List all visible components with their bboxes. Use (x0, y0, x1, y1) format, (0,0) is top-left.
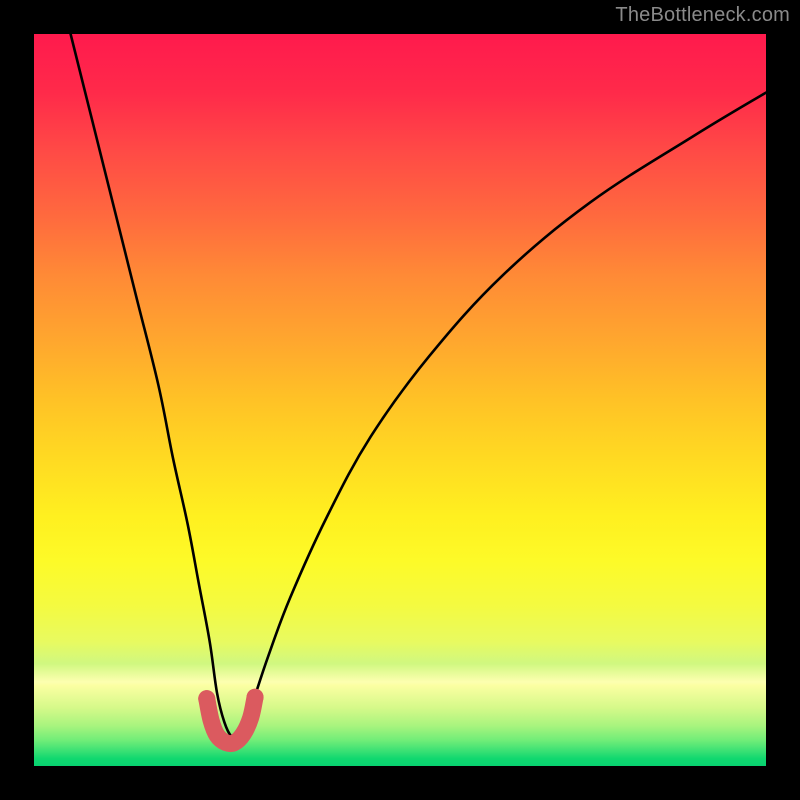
sweet-spot-end-dot (198, 690, 215, 707)
curve-layer (34, 34, 766, 766)
sweet-spot-highlight (207, 697, 255, 743)
plot-area (34, 34, 766, 766)
watermark-text: TheBottleneck.com (615, 4, 790, 27)
bottleneck-curve (71, 34, 766, 739)
chart-container: TheBottleneck.com (0, 0, 800, 800)
sweet-spot-dots (198, 689, 263, 707)
sweet-spot-end-dot (247, 689, 264, 706)
